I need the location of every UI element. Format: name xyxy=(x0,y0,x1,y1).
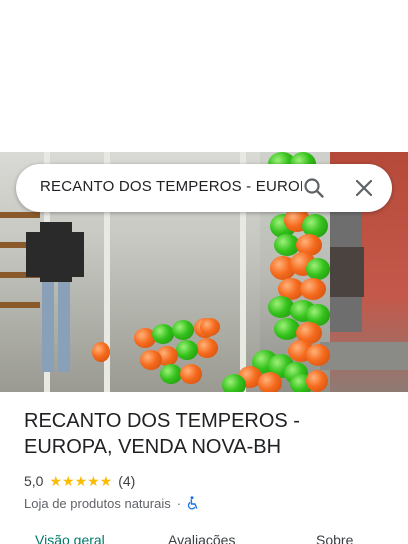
search-input[interactable]: RECANTO DOS TEMPEROS - EUROP xyxy=(40,178,302,198)
balloon xyxy=(196,338,218,358)
map-blank-area xyxy=(0,0,408,152)
person-figure xyxy=(26,222,84,372)
balloon xyxy=(152,324,174,344)
balloon xyxy=(92,342,110,362)
category-row: Loja de produtos naturais · xyxy=(24,494,199,512)
search-icon[interactable] xyxy=(302,176,326,200)
balloon xyxy=(160,364,182,384)
tab-overview[interactable]: Visão geral xyxy=(35,532,105,544)
wheelchair-icon xyxy=(187,496,198,510)
balloon xyxy=(172,320,194,340)
step xyxy=(320,356,408,370)
balloon xyxy=(222,374,246,392)
step xyxy=(320,342,408,356)
balloon xyxy=(306,344,330,366)
close-icon[interactable] xyxy=(352,176,376,200)
balloon xyxy=(300,278,326,300)
balloon xyxy=(306,370,328,392)
balloon xyxy=(180,364,202,384)
tab-about[interactable]: Sobre xyxy=(316,532,353,544)
store-sign xyxy=(330,247,364,297)
balloon xyxy=(176,340,198,360)
place-category[interactable]: Loja de produtos naturais xyxy=(24,496,171,511)
search-bar[interactable]: RECANTO DOS TEMPEROS - EUROP xyxy=(16,164,392,212)
rating-row[interactable]: 5,0 ★★★★★ (4) xyxy=(24,472,135,490)
separator-dot: · xyxy=(176,495,182,511)
star-rating-icon: ★★★★★ xyxy=(49,472,113,489)
rating-value: 5,0 xyxy=(24,473,44,489)
balloon xyxy=(258,372,282,392)
balloon xyxy=(200,318,220,336)
balloon xyxy=(140,350,162,370)
tab-reviews[interactable]: Avaliações xyxy=(168,532,235,544)
place-tabs: Visão geral Avaliações Sobre xyxy=(0,528,408,544)
balloon xyxy=(306,258,330,280)
place-title: RECANTO DOS TEMPEROS - EUROPA, VENDA NOV… xyxy=(24,410,300,458)
review-count[interactable]: (4) xyxy=(118,473,135,489)
